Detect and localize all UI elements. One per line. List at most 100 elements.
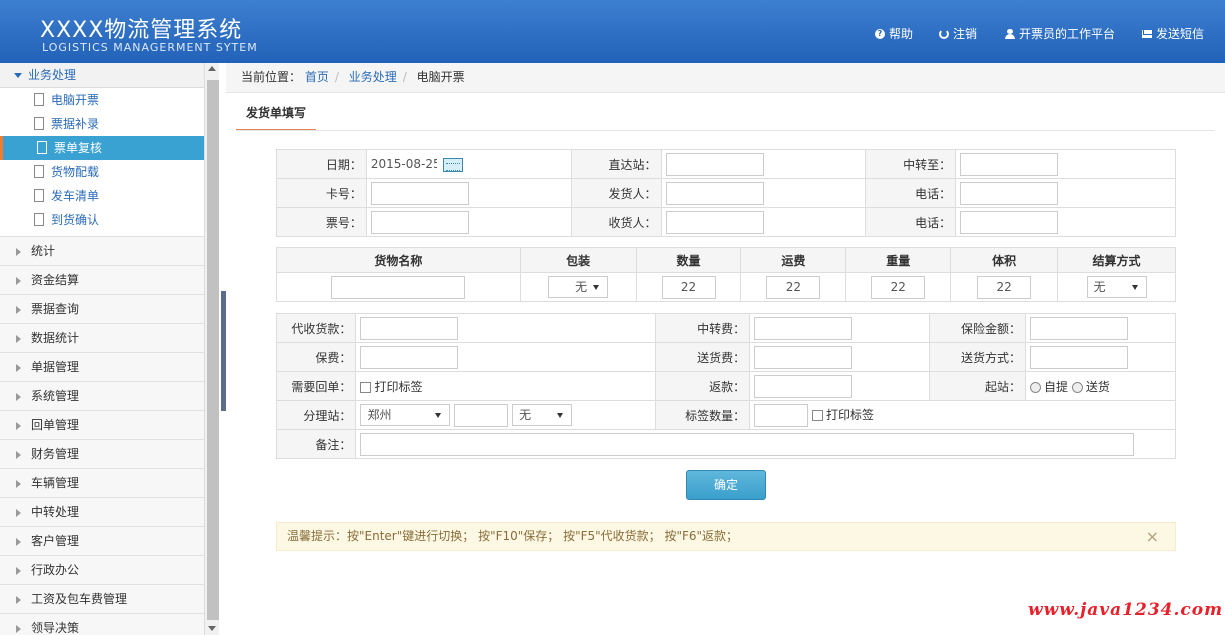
card-input[interactable] (370, 181, 469, 205)
sidebar-group-label: 行政办公 (31, 563, 80, 577)
help-label: 帮助 (889, 27, 914, 41)
form-extra: 代收货款： 中转费： 保险金额： 保费： 送货费： 送货方式： 需要回单： 打印… (275, 313, 1176, 459)
settle-select[interactable]: 无 (1086, 276, 1147, 298)
sidebar-group[interactable]: 回单管理 (0, 410, 204, 439)
delivery-fee-input[interactable] (754, 345, 853, 369)
sidebar-sub-item[interactable]: 货物配载 (0, 160, 204, 184)
sidebar-group[interactable]: 票据查询 (0, 294, 204, 323)
sidebar-group[interactable]: 客户管理 (0, 526, 204, 555)
receiver-phone-input[interactable] (960, 210, 1059, 234)
date-input[interactable] (370, 152, 437, 176)
insured-input[interactable] (1030, 316, 1129, 340)
shipper-input[interactable] (665, 181, 764, 205)
quantity-header: 数量 (635, 247, 742, 273)
branch-code-input[interactable] (454, 403, 509, 427)
sidebar-group[interactable]: 车辆管理 (0, 468, 204, 497)
direct-station-input[interactable] (665, 152, 764, 176)
sidebar-group-label: 工资及包车费管理 (31, 592, 128, 606)
ticket-label: 票号： (276, 207, 367, 237)
quantity-input[interactable] (661, 275, 716, 299)
packing-select[interactable]: 无 (548, 276, 609, 298)
remark-input[interactable] (360, 432, 1135, 456)
print-label-text: 打印标签 (374, 379, 423, 394)
shipper-phone-input[interactable] (960, 181, 1059, 205)
tab-waybill[interactable]: 发货单填写 (236, 103, 316, 131)
sidebar-group[interactable]: 领导决策 (0, 613, 204, 635)
transfer-to-input[interactable] (960, 152, 1059, 176)
freight-input[interactable] (766, 275, 821, 299)
breadcrumb-prefix: 当前位置： (241, 70, 302, 84)
receiver-input[interactable] (665, 210, 764, 234)
sms-link[interactable]: 发送短信 (1142, 25, 1204, 42)
sidebar-group[interactable]: 数据统计 (0, 323, 204, 352)
rebate-input[interactable] (754, 374, 853, 398)
chevron-down-icon (557, 413, 564, 418)
sidebar-group[interactable]: 统计 (0, 236, 204, 265)
sidebar-group-label: 财务管理 (31, 447, 80, 461)
help-link[interactable]: ? 帮助 (875, 25, 913, 42)
sidebar-sub-item[interactable]: 发车清单 (0, 184, 204, 208)
premium-input[interactable] (360, 345, 459, 369)
sidebar-group-label: 领导决策 (31, 621, 80, 635)
calendar-icon[interactable] (442, 157, 463, 172)
sidebar-group[interactable]: 单据管理 (0, 352, 204, 381)
chevron-right-icon (16, 305, 21, 314)
sidebar-group[interactable]: 系统管理 (0, 381, 204, 410)
origin-label: 起站： (929, 371, 1027, 401)
receiver-phone-label: 电话： (865, 207, 957, 237)
delivery-fee-label: 送货费： (655, 342, 751, 372)
weight-input[interactable] (871, 275, 926, 299)
sidebar-sub-item-active[interactable]: 票单复核 (0, 136, 204, 160)
tag-count-input[interactable] (754, 403, 809, 427)
sidebar-sub-item[interactable]: 电脑开票 (0, 88, 204, 112)
print-label-checkbox-2[interactable] (812, 409, 823, 421)
print-label-checkbox[interactable] (360, 381, 372, 393)
workspace-link[interactable]: 开票员的工作平台 (1005, 25, 1115, 42)
volume-input[interactable] (977, 275, 1032, 299)
sidebar-group[interactable]: 中转处理 (0, 497, 204, 526)
sidebar-sub-label: 票单复核 (54, 141, 103, 155)
main-content: 当前位置： 首页/ 业务处理/ 电脑开票 发货单填写 日期： 直达站： 中转至：… (226, 63, 1225, 635)
delivery-mode-input[interactable] (1030, 345, 1129, 369)
sidebar-group[interactable]: 资金结算 (0, 265, 204, 294)
sidebar-group-business[interactable]: 业务处理 (0, 63, 204, 88)
branch-select[interactable]: 郑州 (360, 404, 451, 426)
scroll-down-icon[interactable] (208, 626, 216, 631)
chevron-right-icon (16, 595, 21, 604)
branch-type-select[interactable]: 无 (512, 404, 573, 426)
rebate-label: 返款： (655, 371, 751, 401)
sidebar-group-label: 统计 (31, 244, 56, 258)
sidebar-sub-label: 发车清单 (51, 189, 100, 203)
sidebar-sub-item[interactable]: 票据补录 (0, 112, 204, 136)
card-label: 卡号： (276, 178, 367, 208)
sms-label: 发送短信 (1156, 27, 1205, 41)
chevron-right-icon (16, 334, 21, 343)
close-icon[interactable]: × (1146, 523, 1159, 550)
cod-input[interactable] (360, 316, 459, 340)
pickup-label: 自提 (1044, 379, 1069, 394)
deliver-radio[interactable] (1071, 381, 1083, 393)
document-icon (34, 213, 44, 226)
sidebar-sub-item[interactable]: 到货确认 (0, 208, 204, 232)
sidebar-scrollbar-thumb[interactable] (207, 80, 219, 620)
sidebar-group[interactable]: 行政办公 (0, 555, 204, 584)
sidebar-group[interactable]: 工资及包车费管理 (0, 584, 204, 613)
pickup-radio[interactable] (1030, 381, 1042, 393)
scroll-up-icon[interactable] (208, 66, 216, 71)
breadcrumb-business[interactable]: 业务处理 (349, 70, 397, 84)
logout-link[interactable]: 注销 (939, 25, 977, 42)
goods-name-input[interactable] (331, 275, 466, 299)
sidebar-group-label: 客户管理 (31, 534, 80, 548)
deliver-label: 送货 (1085, 379, 1110, 394)
sidebar-group[interactable]: 财务管理 (0, 439, 204, 468)
shipper-label: 发货人： (570, 178, 662, 208)
settle-value: 无 (1093, 280, 1106, 294)
packing-value: 无 (575, 280, 588, 294)
freight-header: 运费 (740, 247, 847, 273)
ticket-input[interactable] (370, 210, 469, 234)
app-subtitle: LOGISTICS MANAGERMENT SYTEM (42, 41, 258, 54)
transfer-fee-input[interactable] (754, 316, 853, 340)
tag-count-label: 标签数量： (655, 400, 751, 430)
breadcrumb-home[interactable]: 首页 (305, 70, 329, 84)
confirm-button[interactable]: 确定 (686, 470, 766, 500)
